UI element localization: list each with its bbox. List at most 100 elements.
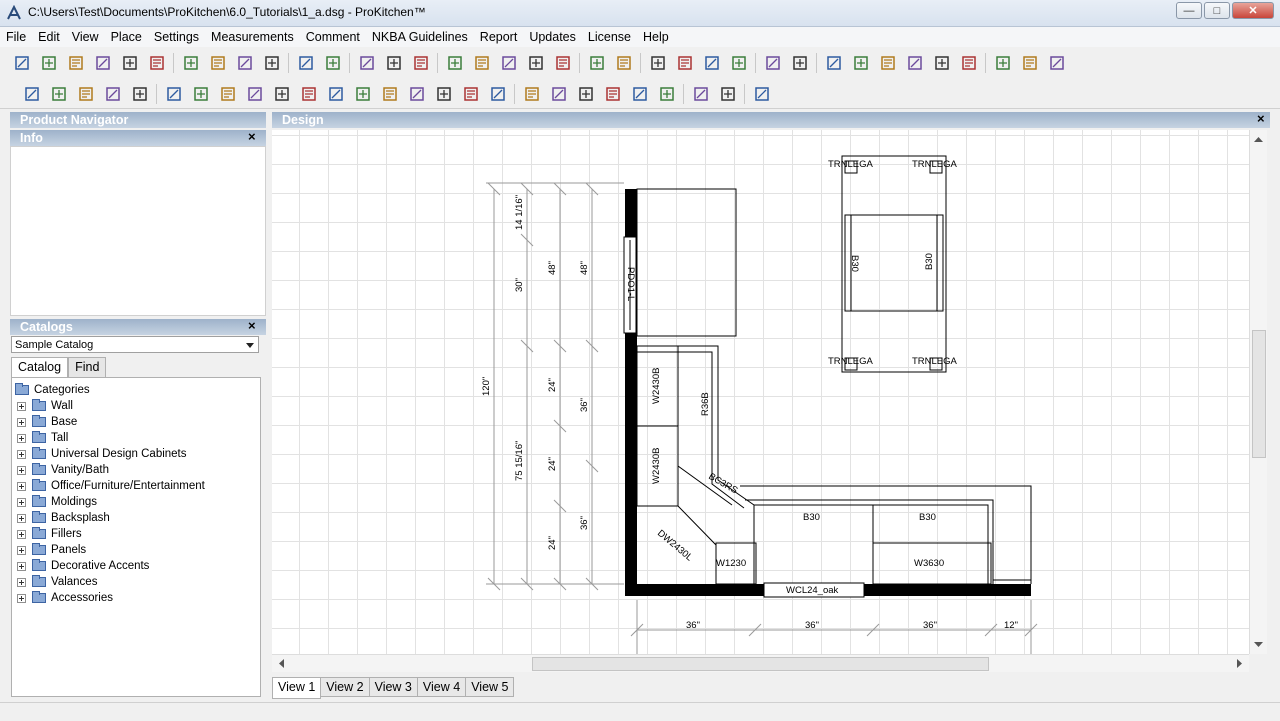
catalogs-close-button[interactable]: ×	[248, 318, 256, 333]
appliance-button[interactable]	[245, 84, 265, 104]
rulers-button[interactable]	[959, 53, 979, 73]
menu-help[interactable]: Help	[637, 30, 675, 44]
door-open-button[interactable]	[164, 84, 184, 104]
expand-icon[interactable]	[17, 561, 26, 571]
tab-view-5[interactable]: View 5	[465, 677, 515, 697]
expand-icon[interactable]	[17, 577, 26, 587]
scroll-up-icon[interactable]	[1250, 132, 1267, 146]
select-arrow-button[interactable]	[445, 53, 465, 73]
export-image-button[interactable]	[752, 84, 772, 104]
expand-icon[interactable]	[17, 593, 26, 603]
tab-view-4[interactable]: View 4	[416, 677, 467, 697]
box-button[interactable]	[380, 84, 400, 104]
dimension-angle-button[interactable]	[576, 84, 596, 104]
pan-hand-button[interactable]	[472, 53, 492, 73]
countertop-button[interactable]	[461, 84, 481, 104]
window-button[interactable]	[191, 84, 211, 104]
elevation-mark-button[interactable]	[657, 84, 677, 104]
close-button[interactable]: ✕	[1232, 2, 1274, 19]
dimension-diagonal-button[interactable]	[603, 84, 623, 104]
tree-item-office-furniture-entertainment[interactable]: Office/Furniture/Entertainment	[12, 478, 205, 494]
tree-item-vanity-bath[interactable]: Vanity/Bath	[12, 462, 109, 478]
cabinet-door-button[interactable]	[218, 84, 238, 104]
horizontal-scrollbar[interactable]	[272, 654, 1249, 672]
pointer-cursor-button[interactable]	[718, 84, 738, 104]
tree-item-decorative-accents[interactable]: Decorative Accents	[12, 558, 149, 574]
tab-view-1[interactable]: View 1	[272, 677, 322, 699]
flip-button[interactable]	[691, 84, 711, 104]
design-close-button[interactable]: ×	[1257, 111, 1265, 126]
door-style-button[interactable]	[1047, 53, 1067, 73]
print-setup-button[interactable]	[411, 53, 431, 73]
tree-item-accessories[interactable]: Accessories	[12, 590, 113, 606]
faucet-button[interactable]	[272, 84, 292, 104]
tree-item-valances[interactable]: Valances	[12, 574, 97, 590]
dimension-vertical-button[interactable]	[549, 84, 569, 104]
paste-button[interactable]	[235, 53, 255, 73]
menu-updates[interactable]: Updates	[523, 30, 582, 44]
info-button[interactable]	[147, 53, 167, 73]
tree-item-panels[interactable]: Panels	[12, 542, 86, 558]
tab-find[interactable]: Find	[68, 357, 107, 377]
print-preview-button[interactable]	[384, 53, 404, 73]
expand-icon[interactable]	[17, 449, 26, 459]
open-recent-button[interactable]	[66, 53, 86, 73]
menu-place[interactable]: Place	[105, 30, 148, 44]
expand-icon[interactable]	[17, 513, 26, 523]
floor-plan-drawing[interactable]: TRNLEGA TRNLEGA TRNLEGA TRNLEGA B30 B30 …	[272, 130, 1249, 654]
design-canvas[interactable]: TRNLEGA TRNLEGA TRNLEGA TRNLEGA B30 B30 …	[272, 130, 1249, 654]
help-book-button[interactable]	[1020, 53, 1040, 73]
tree-item-moldings[interactable]: Moldings	[12, 494, 97, 510]
elevation-button[interactable]	[675, 53, 695, 73]
print-button[interactable]	[357, 53, 377, 73]
menu-measurements[interactable]: Measurements	[205, 30, 300, 44]
tab-view-2[interactable]: View 2	[320, 677, 370, 697]
tree-item-tall[interactable]: Tall	[12, 430, 68, 446]
layout-button[interactable]	[614, 53, 634, 73]
render-button[interactable]	[790, 53, 810, 73]
molding-button[interactable]	[407, 84, 427, 104]
tab-catalog[interactable]: Catalog	[11, 357, 69, 378]
menu-settings[interactable]: Settings	[148, 30, 205, 44]
expand-icon[interactable]	[17, 433, 26, 443]
copy-button[interactable]	[181, 53, 201, 73]
menu-file[interactable]: File	[0, 30, 32, 44]
pencil-button[interactable]	[49, 84, 69, 104]
new-button[interactable]	[12, 53, 32, 73]
square-room-button[interactable]	[130, 84, 150, 104]
pencil-wall-button[interactable]	[22, 84, 42, 104]
zoom-extents-button[interactable]	[553, 53, 573, 73]
color-button[interactable]	[932, 53, 952, 73]
height-button[interactable]	[630, 84, 650, 104]
tree-root[interactable]: Categories	[12, 382, 90, 398]
group-button[interactable]	[587, 53, 607, 73]
layers-button[interactable]	[993, 53, 1013, 73]
vertical-scrollbar[interactable]	[1249, 130, 1267, 654]
table-button[interactable]	[326, 84, 346, 104]
tree-item-universal-design-cabinets[interactable]: Universal Design Cabinets	[12, 446, 187, 462]
settings-button[interactable]	[824, 53, 844, 73]
u-shape-button[interactable]	[76, 84, 96, 104]
scroll-right-icon[interactable]	[1233, 655, 1247, 672]
expand-icon[interactable]	[17, 497, 26, 507]
scroll-down-icon[interactable]	[1250, 638, 1267, 652]
tree-item-wall[interactable]: Wall	[12, 398, 73, 414]
menu-license[interactable]: License	[582, 30, 637, 44]
expand-icon[interactable]	[17, 417, 26, 427]
dimension-horizontal-button[interactable]	[522, 84, 542, 104]
report-button[interactable]	[878, 53, 898, 73]
scroll-left-icon[interactable]	[274, 655, 288, 672]
sink-button[interactable]	[299, 84, 319, 104]
menu-view[interactable]: View	[66, 30, 105, 44]
tab-view-3[interactable]: View 3	[368, 677, 418, 697]
info-close-button[interactable]: ×	[248, 129, 256, 144]
vase-button[interactable]	[353, 84, 373, 104]
tree-item-fillers[interactable]: Fillers	[12, 526, 82, 542]
cut-button[interactable]	[208, 53, 228, 73]
export-button[interactable]	[905, 53, 925, 73]
l-shape-button[interactable]	[103, 84, 123, 104]
expand-icon[interactable]	[17, 481, 26, 491]
menu-edit[interactable]: Edit	[32, 30, 66, 44]
horizontal-scroll-thumb[interactable]	[532, 657, 989, 671]
pricing-button[interactable]	[851, 53, 871, 73]
